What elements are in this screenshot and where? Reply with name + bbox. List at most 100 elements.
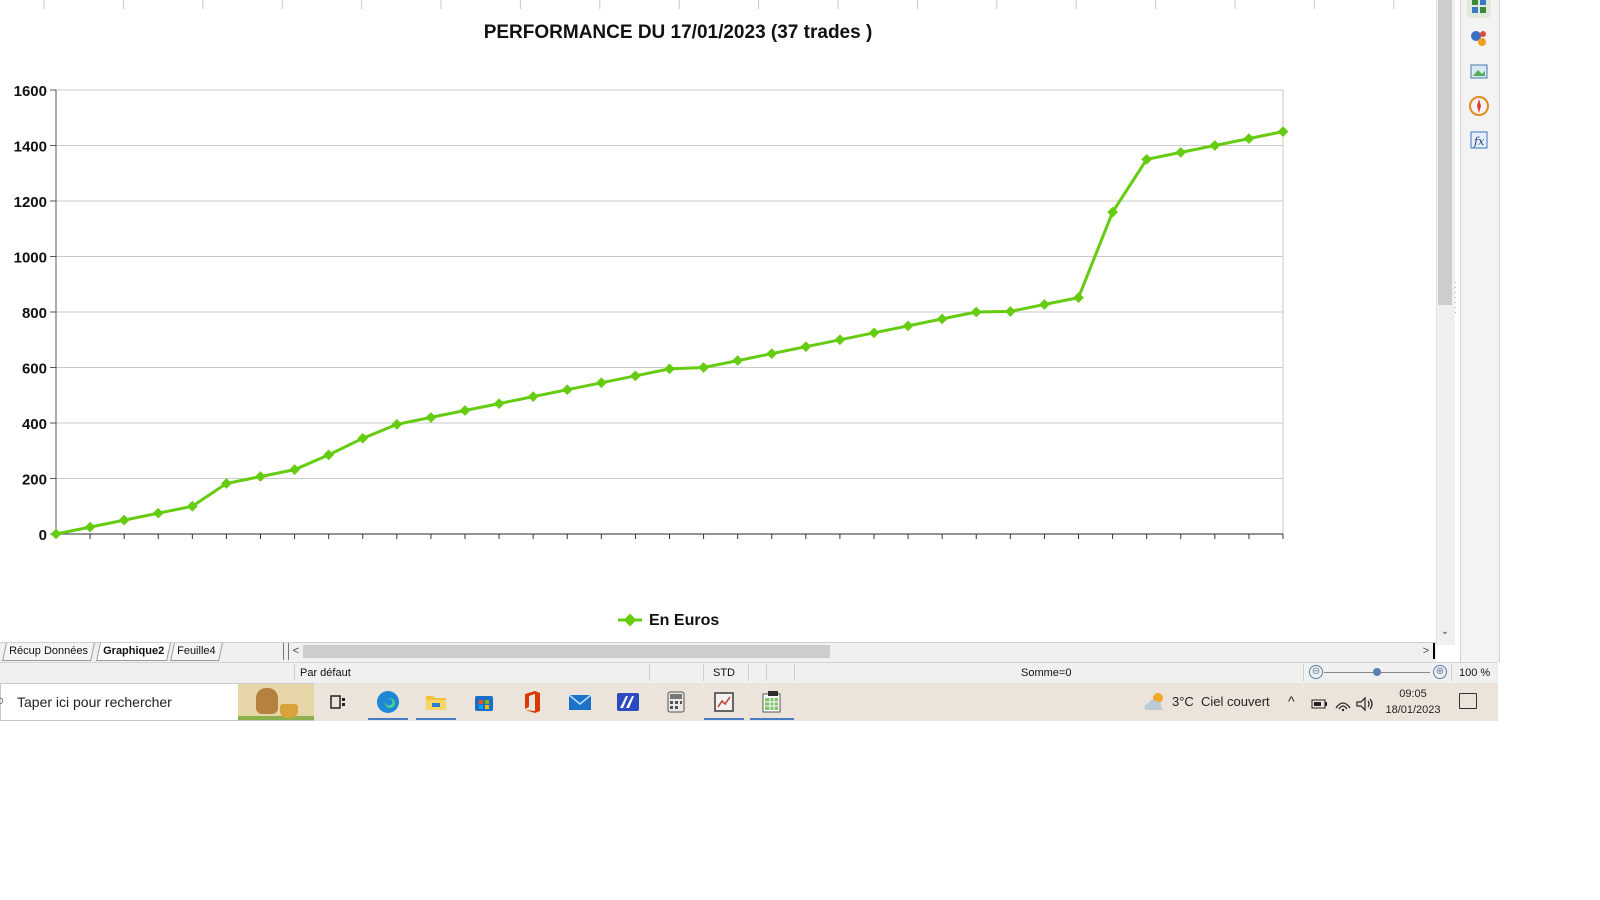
data-point [868, 327, 880, 339]
data-point [289, 464, 300, 475]
data-point [152, 507, 164, 519]
sheet-tab-label: Feuille4 [177, 645, 216, 657]
metatrader-icon[interactable] [613, 687, 643, 717]
scroll-left-arrow[interactable]: < [290, 644, 302, 658]
sum-readout[interactable]: Somme=0 [1021, 667, 1071, 679]
styles-icon[interactable] [1467, 26, 1491, 50]
file-explorer-icon[interactable] [421, 687, 451, 717]
data-point [391, 419, 403, 430]
tray-overflow-chevron[interactable]: ^ [1288, 693, 1295, 709]
running-indicator [416, 718, 456, 720]
data-point [425, 412, 437, 423]
navigator-icon[interactable] [1467, 94, 1491, 118]
sheet-tab-label: Récup Données [9, 645, 88, 657]
y-tick-label: 1400 [14, 139, 47, 156]
status-separator [1303, 664, 1304, 681]
y-tick-label: 0 [39, 527, 47, 544]
weather-condition[interactable]: Ciel couvert [1201, 694, 1270, 709]
y-axis-ticks: 0 200 400 600 800 1000 1200 1400 1600 [14, 83, 57, 544]
zoom-level-label[interactable]: 100 % [1459, 667, 1490, 679]
svg-text:fx: fx [1473, 135, 1485, 148]
y-tick-label: 800 [22, 305, 47, 322]
spreadsheet-window: PERFORMANCE DU 17/01/2023 (37 trades ) 0… [0, 0, 1600, 900]
volume-icon[interactable] [1350, 689, 1380, 719]
data-point [630, 370, 641, 382]
data-point [936, 313, 948, 325]
running-indicator [704, 718, 744, 720]
y-tick-label: 1000 [14, 250, 47, 267]
scroll-right-arrow[interactable]: > [1420, 644, 1432, 658]
sheet-tab-graphique2[interactable]: Graphique2 [96, 643, 172, 661]
running-indicator [750, 718, 794, 720]
data-point [834, 334, 846, 346]
chart-app-icon[interactable] [709, 687, 739, 717]
data-point [1175, 147, 1187, 158]
top-ruler-ticks [43, 0, 1395, 9]
calculator-icon[interactable] [661, 687, 691, 717]
tab-scroll-splitter[interactable] [283, 643, 289, 660]
series-line [55, 130, 1284, 536]
search-icon: ○ [0, 692, 5, 708]
data-point [459, 405, 471, 416]
properties-icon[interactable] [1467, 0, 1491, 18]
text-cursor [1433, 643, 1435, 659]
page-style-label[interactable]: Par défaut [300, 667, 351, 679]
search-placeholder: Taper ici pour rechercher [17, 694, 172, 710]
vertical-scroll-thumb[interactable] [1438, 0, 1452, 305]
chart-title: PERFORMANCE DU 17/01/2023 (37 trades ) [484, 22, 873, 43]
x-axis-ticks [55, 533, 1284, 539]
office-icon[interactable] [517, 687, 547, 717]
data-point [84, 521, 96, 533]
data-point [1209, 140, 1221, 151]
sidebar-splitter-grip[interactable]: · · · · · · · [1454, 279, 1458, 320]
bear-icon [256, 688, 278, 714]
data-point [357, 432, 369, 444]
calc-spreadsheet-icon[interactable] [757, 687, 787, 717]
functions-icon[interactable]: fx [1467, 128, 1491, 152]
status-separator [794, 664, 795, 681]
sheet-tab-recup-donnees[interactable]: Récup Données [2, 643, 95, 661]
selection-mode-label[interactable]: STD [713, 667, 735, 679]
status-separator [766, 664, 767, 681]
notification-center-icon[interactable] [1459, 693, 1477, 709]
status-separator [1451, 664, 1452, 681]
chart-gridlines [55, 89, 1284, 535]
task-view-icon[interactable] [323, 687, 353, 717]
data-point [766, 348, 778, 359]
data-point [595, 377, 607, 389]
weather-temperature[interactable]: 3°C [1172, 694, 1194, 709]
scroll-down-arrow[interactable]: ⌄ [1438, 624, 1452, 640]
gallery-icon[interactable] [1467, 60, 1491, 84]
legend-label: En Euros [649, 612, 719, 629]
y-tick-label: 200 [22, 472, 47, 489]
data-point [664, 363, 675, 375]
status-separator [294, 664, 295, 681]
zoom-in-button[interactable]: ⊕ [1433, 665, 1447, 679]
sheet-tab-label: Graphique2 [103, 645, 165, 657]
data-point [902, 320, 914, 332]
taskbar-clock[interactable]: 09:05 18/01/2023 [1384, 686, 1442, 718]
microsoft-store-icon[interactable] [469, 687, 499, 717]
zoom-slider-thumb[interactable] [1373, 668, 1381, 676]
data-point [1277, 126, 1289, 137]
mail-icon[interactable] [565, 687, 595, 717]
data-point [118, 514, 130, 526]
data-point [50, 528, 62, 540]
data-point [1039, 299, 1050, 310]
data-point [527, 391, 539, 403]
zoom-out-button[interactable]: ⊖ [1309, 665, 1323, 679]
sheet-tab-feuille4[interactable]: Feuille4 [170, 643, 223, 661]
running-indicator [368, 718, 408, 720]
data-point [1073, 292, 1084, 303]
honey-pot-icon [280, 704, 298, 718]
chart: PERFORMANCE DU 17/01/2023 (37 trades ) 0… [14, 0, 1395, 629]
status-separator [703, 664, 704, 681]
horizontal-scroll-thumb[interactable] [303, 645, 830, 658]
weather-cloud-sun-icon[interactable] [1139, 687, 1169, 717]
y-tick-label: 1200 [14, 194, 47, 211]
data-point [698, 362, 709, 373]
chart-legend: En Euros [618, 612, 719, 629]
edge-browser-icon[interactable] [373, 687, 403, 717]
data-point [323, 449, 335, 461]
legend-marker [623, 613, 637, 627]
